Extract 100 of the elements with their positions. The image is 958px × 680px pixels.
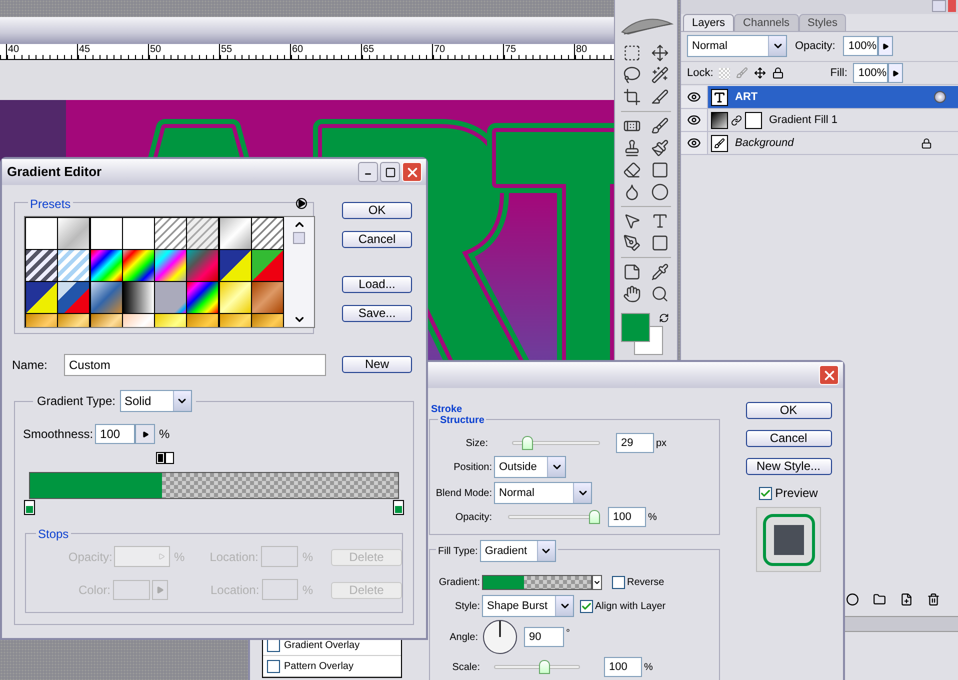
slider-thumb[interactable]: [589, 510, 600, 524]
magic-wand-icon[interactable]: [651, 66, 669, 84]
preset-swatches-drawing[interactable]: [25, 217, 284, 327]
opacity-stop-handle[interactable]: [165, 452, 174, 464]
zoom-icon[interactable]: [651, 285, 669, 303]
foreground-color-swatch[interactable]: [621, 313, 650, 342]
eraser-icon[interactable]: [623, 161, 641, 179]
dialog-button[interactable]: New Style...: [746, 458, 832, 475]
stop-opacity-field[interactable]: [114, 546, 170, 567]
caret-icon[interactable]: [592, 574, 602, 590]
lasso-icon[interactable]: [623, 66, 641, 84]
panel-tab[interactable]: Styles: [798, 14, 846, 31]
angle-field[interactable]: 90: [524, 627, 564, 647]
eye-icon[interactable]: [687, 113, 701, 127]
stamp-icon[interactable]: [623, 139, 641, 157]
layer-row[interactable]: Gradient Fill 1: [681, 109, 958, 132]
close-button[interactable]: [402, 162, 422, 182]
style-label[interactable]: Gradient Overlay: [284, 638, 360, 652]
position-select[interactable]: Outside: [494, 456, 566, 478]
sponge-icon[interactable]: [651, 183, 669, 201]
new-layer-icon[interactable]: [900, 592, 913, 606]
stop-color-swatch[interactable]: [113, 580, 150, 600]
angle-dial-icon[interactable]: [482, 619, 518, 655]
dialog-button[interactable]: OK: [746, 402, 832, 419]
dialog-button[interactable]: Save...: [342, 304, 412, 322]
scale-field[interactable]: 100: [604, 657, 642, 677]
arrow-button[interactable]: [135, 424, 156, 444]
panel-tab[interactable]: Layers: [683, 14, 734, 31]
name-field[interactable]: Custom: [64, 354, 326, 376]
opacity-field[interactable]: 100%: [843, 36, 878, 56]
pointer-icon[interactable]: [623, 212, 641, 230]
blend-mode-label: Blend Mode:: [434, 486, 493, 500]
marquee-icon[interactable]: [623, 44, 641, 62]
swap-colors-icon[interactable]: [659, 313, 669, 323]
lock-icon[interactable]: [772, 67, 784, 79]
style-checkbox[interactable]: [267, 660, 280, 672]
brush-icon[interactable]: [651, 117, 669, 135]
slider-thumb[interactable]: [539, 660, 550, 674]
opacity-field[interactable]: 100: [608, 507, 646, 527]
hand-icon[interactable]: [623, 285, 641, 303]
note-icon[interactable]: [623, 263, 641, 281]
eye-icon[interactable]: [687, 90, 701, 104]
lock-move-icon[interactable]: [754, 67, 766, 79]
panel-tab[interactable]: Channels: [734, 14, 799, 31]
color-stop-handle[interactable]: [24, 500, 35, 515]
opacity-stop-handle[interactable]: [156, 452, 166, 464]
dialog-button[interactable]: Cancel: [746, 430, 832, 447]
scrollbar[interactable]: [284, 217, 314, 327]
fill-type-select[interactable]: Gradient: [480, 540, 556, 562]
folder-icon[interactable]: [873, 592, 886, 606]
type-icon[interactable]: [651, 212, 669, 230]
style-select[interactable]: Shape Burst: [482, 595, 574, 617]
gradient-bar[interactable]: [482, 574, 592, 590]
dialog-button[interactable]: Cancel: [342, 230, 412, 248]
align-checkbox[interactable]: [580, 600, 593, 612]
eyedropper-icon[interactable]: [651, 263, 669, 281]
unit-label: %: [302, 582, 313, 598]
fill-field[interactable]: 100%: [853, 63, 888, 83]
blend-mode-select[interactable]: Normal: [687, 35, 787, 57]
arrow-button[interactable]: [878, 36, 894, 56]
gradient-type-label: Gradient Type:: [37, 393, 116, 410]
eye-icon[interactable]: [687, 136, 701, 150]
history-brush-icon[interactable]: [651, 139, 669, 157]
trash-icon[interactable]: [927, 592, 940, 606]
style-label[interactable]: Pattern Overlay: [284, 658, 354, 674]
rectangle-icon[interactable]: [651, 234, 669, 252]
layer-row[interactable]: Background: [681, 132, 958, 155]
location-field[interactable]: [261, 546, 298, 567]
slice-icon[interactable]: [651, 88, 669, 106]
preview-label: Preview: [775, 485, 818, 502]
blend-mode-select[interactable]: Normal: [494, 482, 592, 504]
slider-thumb[interactable]: [522, 436, 533, 450]
effects-icon[interactable]: [934, 91, 946, 103]
smoothness-field[interactable]: 100: [95, 424, 136, 444]
dialog-button[interactable]: New: [342, 356, 412, 374]
location-field[interactable]: [262, 579, 298, 600]
pen-icon[interactable]: [623, 234, 641, 252]
crop-icon[interactable]: [623, 88, 641, 106]
adjustment-layer-icon[interactable]: [846, 592, 859, 606]
gradient-thumbnail: [711, 112, 728, 128]
close-button[interactable]: [819, 365, 839, 385]
gradient-bar[interactable]: [29, 472, 399, 499]
reverse-checkbox[interactable]: [612, 576, 625, 588]
dialog-button[interactable]: OK: [342, 202, 412, 219]
color-stop-handle[interactable]: [393, 500, 404, 515]
maximize-button[interactable]: [380, 162, 400, 182]
unit-label: °: [566, 627, 570, 641]
layer-row[interactable]: ART: [681, 86, 958, 109]
droplet-icon[interactable]: [623, 183, 641, 201]
background-color-swatch[interactable]: [634, 326, 663, 355]
gradient-type-select[interactable]: Solid: [120, 390, 192, 412]
name-label: Name:: [12, 357, 48, 374]
menu-arrow-icon[interactable]: [296, 198, 307, 209]
link-icon: [731, 114, 742, 126]
move-icon[interactable]: [651, 44, 669, 62]
preview-checkbox[interactable]: [759, 486, 772, 500]
dialog-button[interactable]: Load...: [342, 276, 412, 293]
arrow-button[interactable]: [888, 63, 904, 83]
size-field[interactable]: 29: [616, 433, 654, 453]
scrollbar-thumb[interactable]: [293, 232, 305, 244]
